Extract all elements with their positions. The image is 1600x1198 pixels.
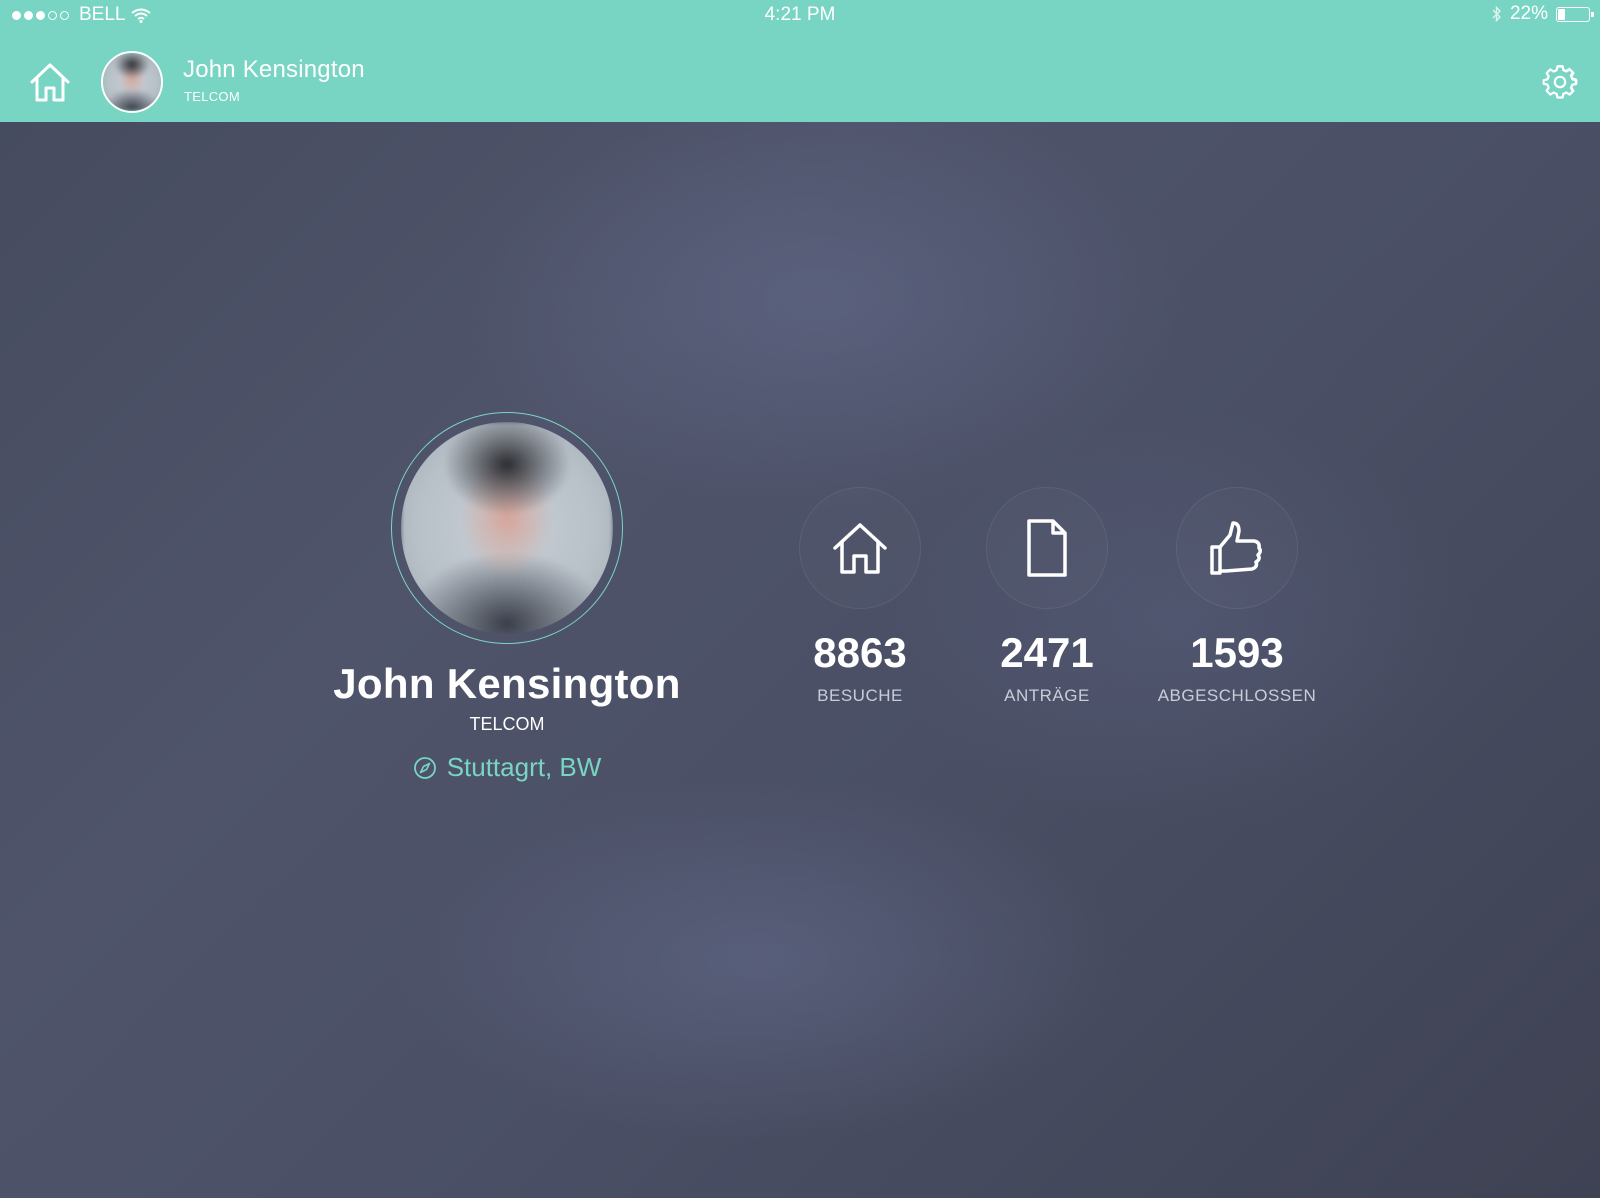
stat-icon-circle bbox=[799, 487, 921, 609]
app-header: BELL 4:21 PM 22% John Kensington TELCOM bbox=[0, 0, 1600, 122]
home-button[interactable] bbox=[28, 60, 72, 104]
stat-icon-circle bbox=[1176, 487, 1298, 609]
stat-value: 1593 bbox=[1190, 629, 1284, 676]
battery-icon bbox=[1556, 6, 1594, 22]
profile-photo[interactable] bbox=[401, 422, 613, 634]
header-company: TELCOM bbox=[184, 89, 240, 104]
location-text: Stuttagrt, BW bbox=[446, 752, 602, 782]
stat-icon-circle bbox=[986, 487, 1108, 609]
stat-label: BESUCHE bbox=[817, 686, 903, 705]
battery-level bbox=[1558, 8, 1566, 20]
status-right: 22% bbox=[1492, 3, 1594, 25]
header-avatar[interactable] bbox=[101, 51, 163, 113]
thumbs-up-icon bbox=[1210, 521, 1263, 575]
status-bar: BELL 4:21 PM 22% bbox=[0, 0, 1600, 28]
status-time: 4:21 PM bbox=[764, 4, 836, 25]
stat-label: ANTRÄGE bbox=[1004, 686, 1090, 705]
avatar-image bbox=[103, 53, 161, 111]
document-icon bbox=[1027, 519, 1067, 577]
stat-label: ABGESCHLOSSEN bbox=[1157, 686, 1317, 705]
profile-name: John Kensington bbox=[333, 660, 681, 707]
header-user-name: John Kensington bbox=[183, 56, 365, 83]
profile-photo-image bbox=[401, 422, 613, 634]
stat-value: 8863 bbox=[813, 629, 907, 676]
profile-location[interactable]: Stuttagrt, BW bbox=[300, 752, 714, 783]
compass-icon bbox=[413, 756, 436, 779]
profile-company: TELCOM bbox=[469, 714, 545, 734]
background bbox=[0, 0, 1600, 1198]
house-icon bbox=[833, 523, 887, 574]
stat-value: 2471 bbox=[1000, 629, 1094, 676]
bluetooth-icon bbox=[1492, 5, 1501, 23]
battery-percent: 22% bbox=[1509, 3, 1548, 24]
settings-gear-icon[interactable] bbox=[1542, 64, 1578, 100]
